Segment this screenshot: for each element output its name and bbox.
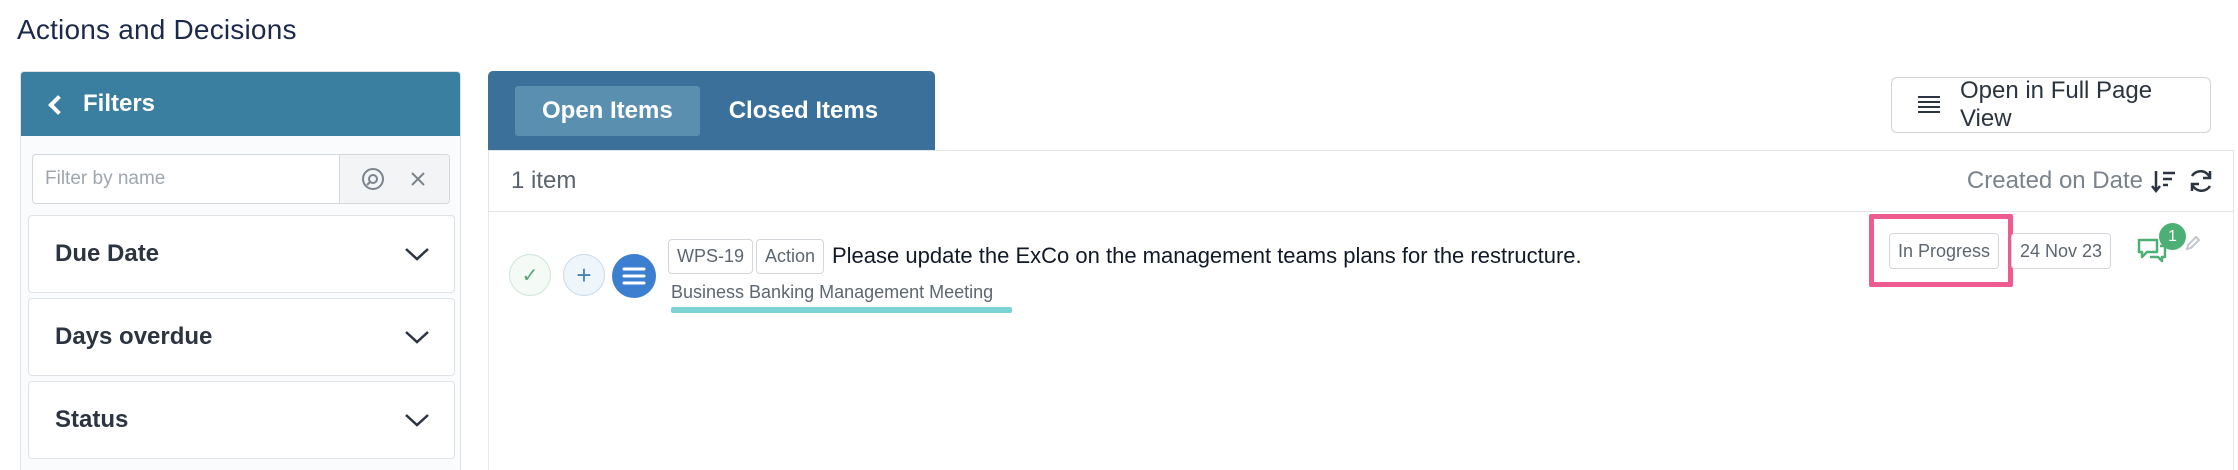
tab-closed-items[interactable]: Closed Items — [702, 86, 905, 136]
filter-section-label: Due Date — [55, 240, 160, 267]
date-badge: 24 Nov 23 — [2011, 233, 2112, 269]
filter-section-label: Status — [55, 406, 129, 433]
chevron-down-icon — [405, 248, 429, 261]
tabs-bar: Open Items Closed Items — [488, 71, 935, 150]
add-button[interactable]: + — [563, 254, 605, 296]
open-full-page-label: Open in Full Page View — [1959, 77, 2153, 132]
filter-search-input[interactable] — [33, 155, 339, 203]
tab-open-items[interactable]: Open Items — [515, 85, 700, 136]
filter-search-box — [32, 154, 450, 204]
meeting-link[interactable]: Business Banking Management Meeting — [671, 282, 993, 303]
open-full-page-button[interactable]: Open in Full Page View — [1891, 77, 2211, 133]
check-icon: ✓ — [521, 264, 539, 287]
chevron-down-icon — [405, 414, 429, 427]
list-view-icon — [1917, 96, 1940, 113]
details-button[interactable] — [612, 254, 656, 298]
sort-desc-icon[interactable] — [2151, 168, 2177, 194]
refresh-icon[interactable] — [2187, 167, 2215, 195]
page-title: Actions and Decisions — [17, 14, 297, 45]
plus-icon: + — [576, 259, 592, 290]
list-header: 1 item Created on Date — [488, 150, 2234, 212]
comment-count-badge: 1 — [2159, 223, 2186, 250]
edit-icon[interactable] — [2184, 234, 2202, 257]
filter-section-days-overdue[interactable]: Days overdue — [28, 298, 455, 376]
search-icon[interactable] — [361, 167, 385, 191]
sort-area: Created on Date — [1967, 167, 2215, 195]
clear-icon[interactable] — [408, 169, 428, 189]
filter-search-tools — [339, 155, 449, 203]
filters-header[interactable]: Filters — [21, 72, 460, 136]
chevron-down-icon — [405, 331, 429, 344]
item-title[interactable]: Please update the ExCo on the management… — [832, 243, 1582, 269]
filter-section-label: Days overdue — [55, 323, 213, 350]
sort-label[interactable]: Created on Date — [1967, 167, 2143, 195]
filter-section-status[interactable]: Status — [28, 381, 455, 459]
complete-button[interactable]: ✓ — [509, 254, 551, 296]
meeting-underline — [671, 307, 1012, 313]
item-id-tag: WPS-19 — [668, 239, 754, 274]
filter-section-due-date[interactable]: Due Date — [28, 215, 455, 293]
status-badge: In Progress — [1889, 233, 2000, 269]
filters-panel: Filters Due Date Days overdue Status — [20, 71, 461, 470]
item-count: 1 item — [511, 167, 577, 194]
filters-title: Filters — [83, 90, 156, 117]
item-type-tag: Action — [756, 239, 825, 274]
chevron-left-icon — [48, 95, 68, 115]
menu-lines-icon — [622, 267, 646, 285]
